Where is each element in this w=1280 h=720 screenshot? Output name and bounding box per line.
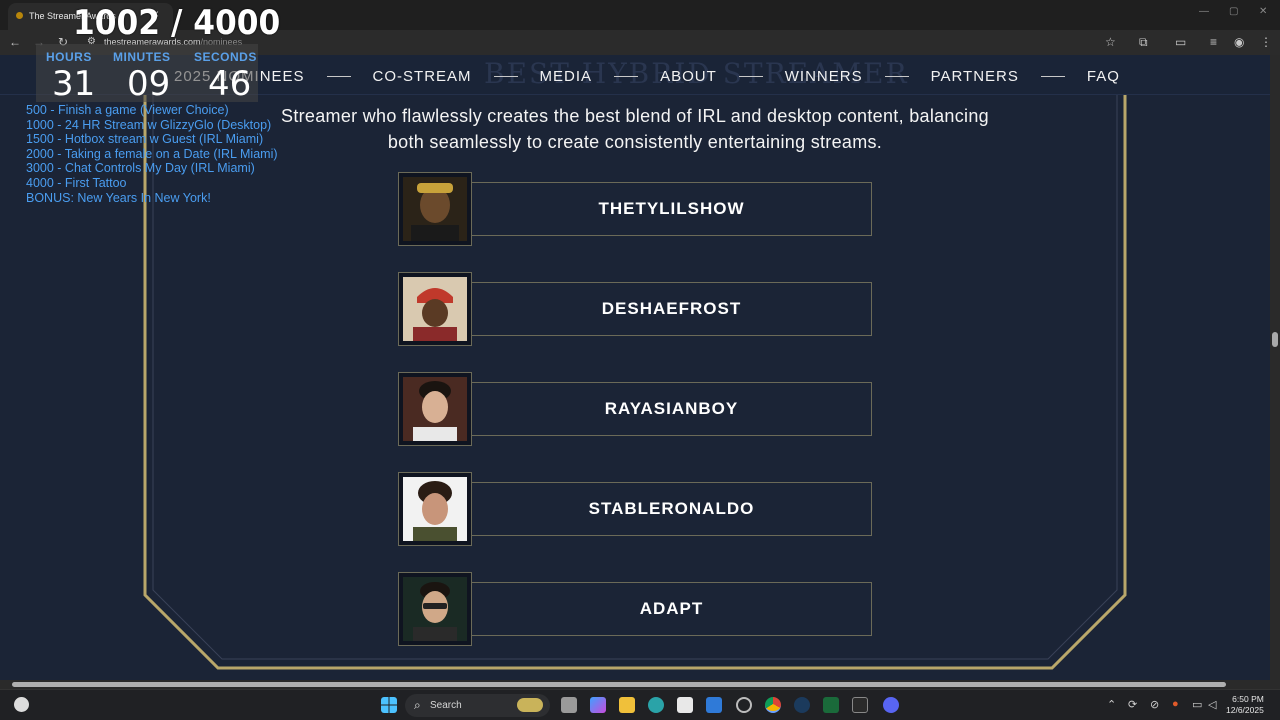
mail-icon[interactable] (706, 697, 722, 713)
goal-item: 1000 - 24 HR Stream w GlizzyGlo (Desktop… (26, 117, 272, 132)
seconds-value: 46 (208, 64, 252, 104)
clock-date: 12/6/2025 (1226, 705, 1264, 715)
nominee-card[interactable]: ADAPT (398, 572, 872, 646)
avatar-image (403, 277, 467, 341)
avatar (398, 472, 472, 546)
nav-about[interactable]: ABOUT (660, 68, 717, 85)
taskbar-search[interactable]: ⌕ Search (405, 694, 550, 717)
horizontal-scrollbar[interactable] (0, 680, 1280, 689)
volume-icon[interactable]: ◁ (1208, 698, 1216, 711)
task-view-icon[interactable] (561, 697, 577, 713)
goal-item: 2000 - Taking a female on a Date (IRL Mi… (26, 146, 278, 161)
avatar-image (403, 377, 467, 441)
avatar (398, 372, 472, 446)
hours-value: 31 (52, 64, 96, 104)
avatar (398, 272, 472, 346)
store-icon[interactable] (677, 697, 693, 713)
minutes-value: 09 (127, 64, 171, 104)
avatar (398, 172, 472, 246)
nav-faq[interactable]: FAQ (1087, 68, 1120, 85)
sub-goal-counter: 1002 / 4000 (73, 3, 281, 43)
minimize-icon[interactable]: — (1199, 6, 1209, 17)
nominee-card[interactable]: THETYLILSHOW (398, 172, 872, 246)
microphone-icon[interactable]: ● (1172, 698, 1179, 710)
epic-games-icon[interactable] (852, 697, 868, 713)
avatar-image (403, 177, 467, 241)
nav-separator (326, 75, 351, 77)
back-icon[interactable]: ← (9, 35, 21, 49)
vertical-scroll-thumb[interactable] (1272, 332, 1278, 347)
steam-icon[interactable] (794, 697, 810, 713)
maximize-icon[interactable]: ▢ (1229, 6, 1238, 17)
nominee-name: THETYLILSHOW (472, 182, 872, 236)
windows-start-icon[interactable] (381, 697, 397, 713)
menu-kebab-icon[interactable]: ⋮ (1260, 35, 1272, 49)
split-view-icon[interactable]: ▭ (1175, 35, 1186, 49)
goal-item: 1500 - Hotbox stream w Guest (IRL Miami) (26, 132, 264, 147)
goal-item: BONUS: New Years In New York! (26, 190, 211, 205)
nominee-name: ADAPT (472, 582, 872, 636)
profile-icon[interactable]: ◉ (1234, 35, 1244, 49)
sync-icon[interactable]: ⟳ (1128, 698, 1137, 711)
obs-icon[interactable] (736, 697, 752, 713)
close-window-icon[interactable]: ✕ (1259, 6, 1267, 17)
goal-item: 3000 - Chat Controls My Day (IRL Miami) (26, 161, 255, 176)
display-icon[interactable]: ▭ (1192, 698, 1202, 711)
seconds-label: SECONDS (194, 50, 257, 64)
copilot-icon[interactable] (590, 697, 606, 713)
nav-partners[interactable]: PARTNERS (931, 68, 1019, 85)
nav-separator (614, 75, 639, 77)
minutes-label: MINUTES (113, 50, 171, 64)
network-off-icon[interactable]: ⊘ (1150, 698, 1159, 711)
horizontal-scroll-thumb[interactable] (12, 682, 1226, 687)
vertical-scrollbar[interactable] (1270, 55, 1280, 680)
hours-label: HOURS (46, 50, 92, 64)
extensions-icon[interactable]: ⧉ (1139, 35, 1148, 49)
nominee-card[interactable]: STABLERONALDO (398, 472, 872, 546)
nominee-name: STABLERONALDO (472, 482, 872, 536)
chrome-icon[interactable] (765, 697, 781, 713)
nav-separator (884, 75, 909, 77)
nav-co-stream[interactable]: CO-STREAM (373, 68, 472, 85)
avatar (398, 572, 472, 646)
nav-separator (1040, 75, 1065, 77)
avatar-image (403, 477, 467, 541)
nominee-name: RAYASIANBOY (472, 382, 872, 436)
weather-widget-icon[interactable] (14, 697, 29, 712)
nominee-card[interactable]: DESHAEFROST (398, 272, 872, 346)
file-explorer-icon[interactable] (619, 697, 635, 713)
tray-overflow-icon[interactable]: ⌃ (1107, 698, 1116, 711)
avatar-image (403, 577, 467, 641)
system-clock[interactable]: 6:50 PM 12/6/2025 (1226, 694, 1264, 716)
search-icon: ⌕ (414, 698, 421, 712)
xbox-icon[interactable] (823, 697, 839, 713)
search-highlight-icon (517, 698, 543, 712)
reading-list-icon[interactable]: ≡ (1210, 35, 1217, 49)
nav-separator (738, 75, 763, 77)
discord-icon[interactable] (883, 697, 899, 713)
nav-winners[interactable]: WINNERS (785, 68, 863, 85)
nominee-card[interactable]: RAYASIANBOY (398, 372, 872, 446)
nominee-name: DESHAEFROST (472, 282, 872, 336)
bookmark-star-icon[interactable]: ☆ (1105, 35, 1116, 49)
nav-links: 2025 NOMINEES CO-STREAM MEDIA ABOUT WINN… (174, 66, 1120, 86)
category-description: Streamer who flawlessly creates the best… (281, 106, 989, 152)
edge-icon[interactable] (648, 697, 664, 713)
taskbar: ⌕ Search ⌃ ⟳ ⊘ ● ▭ ◁ 6:50 PM 12/6/2025 (0, 689, 1280, 720)
goal-item: 4000 - First Tattoo (26, 175, 127, 190)
site-favicon-icon (16, 12, 23, 19)
screen: The Streamer Awards × — ▢ ✕ ← → ↻ ⚙ thes… (0, 0, 1280, 720)
nav-media[interactable]: MEDIA (540, 68, 593, 85)
goal-item: 500 - Finish a game (Viewer Choice) (26, 103, 229, 117)
subathon-timer: HOURS MINUTES SECONDS 31 09 46 (36, 44, 258, 104)
clock-time: 6:50 PM (1232, 694, 1264, 704)
nav-separator (493, 75, 518, 77)
goal-list: 500 - Finish a game (Viewer Choice) 1000… (26, 103, 278, 205)
